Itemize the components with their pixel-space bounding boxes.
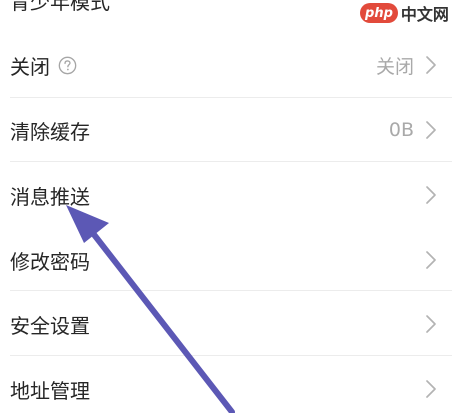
- chevron-right-icon: [426, 251, 436, 269]
- settings-item-close[interactable]: 关闭 关闭: [0, 40, 452, 90]
- settings-item-right: [424, 249, 438, 271]
- settings-item-message-push[interactable]: 消息推送: [0, 170, 452, 220]
- settings-item-label: 关闭: [10, 54, 50, 79]
- chevron-right-icon: [426, 315, 436, 333]
- divider: [10, 97, 452, 98]
- chevron-right-icon: [426, 56, 436, 74]
- settings-item-clear-cache[interactable]: 清除缓存 0B: [0, 105, 452, 155]
- settings-item-security[interactable]: 安全设置: [0, 299, 452, 349]
- settings-item-label: 消息推送: [10, 184, 90, 209]
- chevron-right-icon: [426, 121, 436, 139]
- settings-item-address[interactable]: 地址管理: [0, 364, 452, 413]
- settings-item-change-password[interactable]: 修改密码: [0, 235, 452, 285]
- settings-item-label: 地址管理: [10, 378, 90, 403]
- divider: [10, 290, 452, 291]
- settings-item-right: [424, 313, 438, 335]
- settings-screen: 青少年模式 关闭 关闭 清除缓存 0B 消息推送 修改密码 安全设置 地址管理 …: [0, 0, 452, 413]
- divider: [10, 161, 452, 162]
- watermark-text: 中文网: [400, 5, 449, 24]
- settings-item-right: 0B: [389, 119, 438, 141]
- watermark-logo: php: [360, 3, 398, 23]
- settings-item-label-wrap: 关闭: [10, 51, 77, 80]
- chevron-right-icon: [426, 380, 436, 398]
- divider: [10, 355, 452, 356]
- settings-item-right: [424, 378, 438, 400]
- settings-item-right: [424, 184, 438, 206]
- settings-item-label: 清除缓存: [10, 119, 90, 144]
- chevron-right-icon: [426, 186, 436, 204]
- settings-item-label: 青少年模式: [10, 0, 110, 14]
- question-circle-icon[interactable]: [58, 56, 77, 75]
- settings-item-value: 关闭: [375, 55, 414, 78]
- watermark: php 中文网: [357, 0, 452, 26]
- settings-item-label: 安全设置: [10, 313, 90, 338]
- settings-item-label: 修改密码: [10, 249, 90, 274]
- settings-item-right: 关闭: [376, 52, 438, 79]
- settings-item-value: 0B: [388, 119, 414, 141]
